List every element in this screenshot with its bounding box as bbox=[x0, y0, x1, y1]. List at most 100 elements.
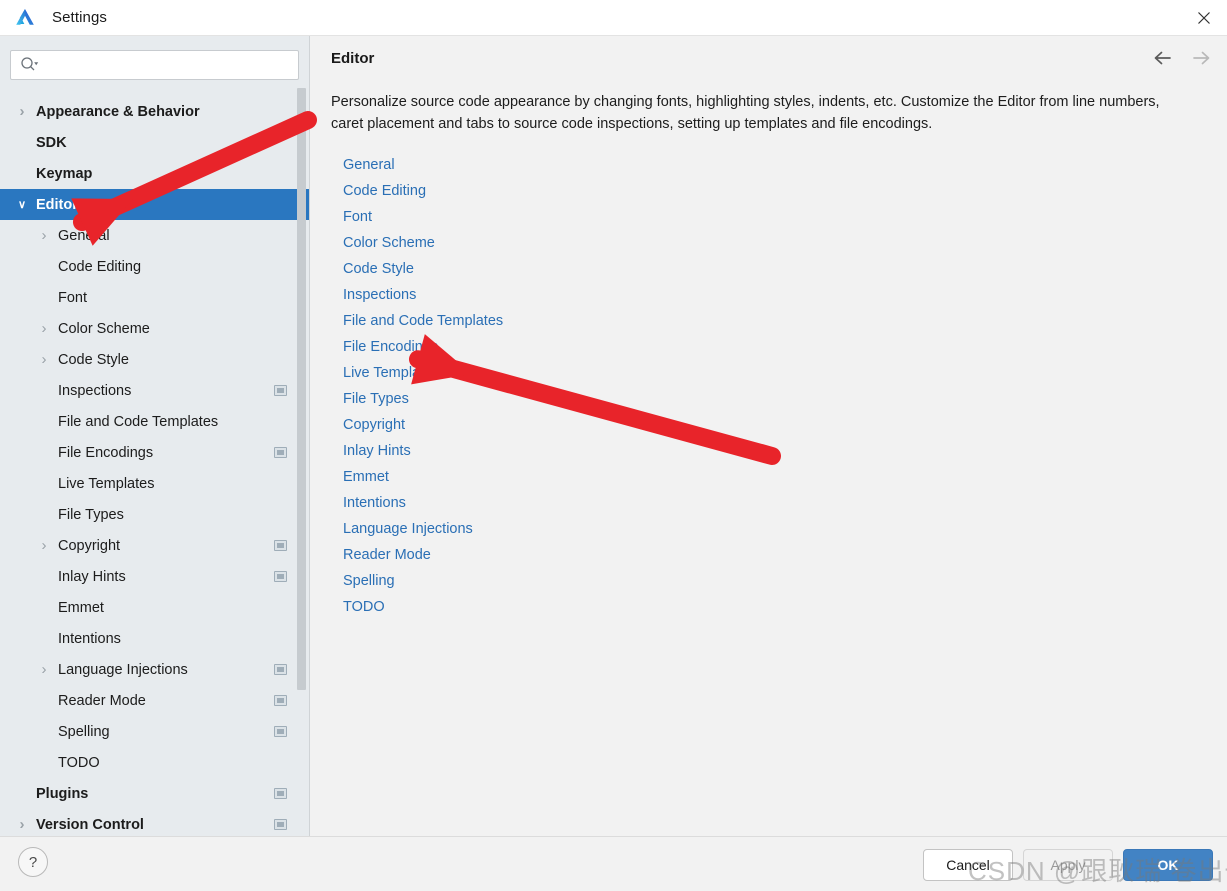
search-box[interactable] bbox=[10, 50, 299, 80]
chevron-right-icon[interactable]: › bbox=[36, 227, 52, 244]
close-icon[interactable] bbox=[1181, 0, 1227, 35]
search-input[interactable] bbox=[39, 52, 298, 78]
sidebar-item-file-and-code-templates[interactable]: ›File and Code Templates bbox=[0, 406, 309, 437]
navigation-buttons bbox=[1151, 46, 1213, 70]
sidebar-scrollbar-thumb[interactable] bbox=[297, 88, 306, 690]
sidebar-item-label: Version Control bbox=[36, 816, 144, 833]
content-link-color-scheme[interactable]: Color Scheme bbox=[343, 230, 435, 256]
project-scope-badge-icon bbox=[274, 385, 287, 396]
sidebar-item-keymap[interactable]: ›Keymap bbox=[0, 158, 309, 189]
sidebar-item-label: File Types bbox=[58, 506, 124, 523]
project-scope-badge-icon bbox=[274, 571, 287, 582]
sidebar-item-general[interactable]: › General bbox=[0, 220, 309, 251]
sidebar-item-label: Plugins bbox=[36, 785, 89, 802]
sidebar-item-label: Code Editing bbox=[58, 258, 142, 275]
search-area bbox=[0, 36, 309, 80]
content-link-language-injections[interactable]: Language Injections bbox=[343, 516, 473, 542]
content-link-emmet[interactable]: Emmet bbox=[343, 464, 389, 490]
sidebar-item-label: Copyright bbox=[58, 537, 121, 554]
sidebar-item-label: Color Scheme bbox=[58, 320, 150, 337]
content-link-code-style[interactable]: Code Style bbox=[343, 256, 414, 282]
help-button[interactable]: ? bbox=[18, 847, 48, 877]
chevron-right-icon[interactable]: › bbox=[14, 103, 30, 120]
sidebar-item-label: Code Style bbox=[58, 351, 129, 368]
content-link-file-and-code-templates[interactable]: File and Code Templates bbox=[343, 308, 503, 334]
content-link-live-templates[interactable]: Live Templates bbox=[343, 360, 439, 386]
content-link-code-editing[interactable]: Code Editing bbox=[343, 178, 426, 204]
project-scope-badge-icon bbox=[274, 788, 287, 799]
sidebar-item-code-editing[interactable]: ›Code Editing bbox=[0, 251, 309, 282]
content-header: Editor bbox=[311, 36, 1227, 80]
sidebar-item-intentions[interactable]: ›Intentions bbox=[0, 623, 309, 654]
sidebar-item-inlay-hints[interactable]: ›Inlay Hints bbox=[0, 561, 309, 592]
chevron-right-icon[interactable]: › bbox=[36, 537, 52, 554]
sidebar-item-reader-mode[interactable]: ›Reader Mode bbox=[0, 685, 309, 716]
project-scope-badge-icon bbox=[274, 447, 287, 458]
sidebar-item-label: Language Injections bbox=[58, 661, 188, 678]
title-bar: Settings bbox=[0, 0, 1227, 36]
content-link-inspections[interactable]: Inspections bbox=[343, 282, 416, 308]
sidebar-item-editor[interactable]: ∨ Editor bbox=[0, 189, 309, 220]
sidebar-item-label: Keymap bbox=[36, 165, 93, 182]
sidebar-item-sdk[interactable]: ›SDK bbox=[0, 127, 309, 158]
sidebar-item-label: Reader Mode bbox=[58, 692, 146, 709]
sidebar-item-color-scheme[interactable]: › Color Scheme bbox=[0, 313, 309, 344]
sidebar-item-font[interactable]: ›Font bbox=[0, 282, 309, 313]
sidebar-item-label: Inspections bbox=[58, 382, 132, 399]
settings-content: Editor Personalize source code appearanc… bbox=[311, 36, 1227, 836]
project-scope-badge-icon bbox=[274, 819, 287, 830]
content-link-inlay-hints[interactable]: Inlay Hints bbox=[343, 438, 411, 464]
settings-tree: ›Appearance & Behavior›SDK›Keymap∨Editor… bbox=[0, 96, 309, 836]
sidebar-item-label: Inlay Hints bbox=[58, 568, 126, 585]
chevron-right-icon[interactable]: › bbox=[36, 320, 52, 337]
content-link-font[interactable]: Font bbox=[343, 204, 372, 230]
page-title: Editor bbox=[331, 49, 375, 67]
content-link-copyright[interactable]: Copyright bbox=[343, 412, 405, 438]
chevron-right-icon[interactable]: › bbox=[14, 816, 30, 833]
sidebar-item-copyright[interactable]: › Copyright bbox=[0, 530, 309, 561]
sidebar-item-code-style[interactable]: › Code Style bbox=[0, 344, 309, 375]
arrow-right-icon bbox=[1193, 51, 1210, 65]
sidebar-item-label: TODO bbox=[58, 754, 100, 771]
sidebar-item-emmet[interactable]: ›Emmet bbox=[0, 592, 309, 623]
sidebar-item-label: Editor bbox=[36, 196, 78, 213]
content-link-reader-mode[interactable]: Reader Mode bbox=[343, 542, 431, 568]
content-link-file-encodings[interactable]: File Encodings bbox=[343, 334, 438, 360]
search-icon bbox=[21, 57, 39, 71]
sidebar-item-language-injections[interactable]: › Language Injections bbox=[0, 654, 309, 685]
sidebar-item-live-templates[interactable]: ›Live Templates bbox=[0, 468, 309, 499]
sidebar-item-file-types[interactable]: ›File Types bbox=[0, 499, 309, 530]
help-icon: ? bbox=[28, 853, 38, 871]
sidebar-item-label: SDK bbox=[36, 134, 67, 151]
content-link-general[interactable]: General bbox=[343, 152, 395, 178]
arrow-left-icon[interactable] bbox=[1151, 46, 1175, 70]
content-link-intentions[interactable]: Intentions bbox=[343, 490, 406, 516]
subsection-link-list: General Code Editing Font Color Scheme Code … bbox=[343, 152, 1227, 620]
project-scope-badge-icon bbox=[274, 695, 287, 706]
sidebar-item-todo[interactable]: ›TODO bbox=[0, 747, 309, 778]
close-glyph bbox=[1198, 11, 1210, 24]
sidebar-item-appearance-behavior[interactable]: › Appearance & Behavior bbox=[0, 96, 309, 127]
sidebar-item-file-encodings[interactable]: ›File Encodings bbox=[0, 437, 309, 468]
sidebar-item-label: File and Code Templates bbox=[58, 413, 219, 430]
android-studio-logo-icon bbox=[16, 8, 34, 25]
sidebar-item-label: Emmet bbox=[58, 599, 104, 616]
content-link-spelling[interactable]: Spelling bbox=[343, 568, 395, 594]
sidebar-item-label: Appearance & Behavior bbox=[36, 103, 200, 120]
sidebar-item-inspections[interactable]: ›Inspections bbox=[0, 375, 309, 406]
sidebar-item-label: Font bbox=[58, 289, 88, 306]
sidebar-item-plugins[interactable]: ›Plugins bbox=[0, 778, 309, 809]
page-description: Personalize source code appearance by ch… bbox=[331, 94, 1160, 132]
sidebar-item-spelling[interactable]: ›Spelling bbox=[0, 716, 309, 747]
chevron-right-icon[interactable]: › bbox=[36, 661, 52, 678]
sidebar-item-version-control[interactable]: › Version Control bbox=[0, 809, 309, 836]
sidebar-item-label: Spelling bbox=[58, 723, 110, 740]
content-link-file-types[interactable]: File Types bbox=[343, 386, 409, 412]
chevron-right-icon[interactable]: › bbox=[36, 351, 52, 368]
chevron-down-icon[interactable]: ∨ bbox=[14, 197, 30, 213]
sidebar-item-label: File Encodings bbox=[58, 444, 154, 461]
content-link-todo[interactable]: TODO bbox=[343, 594, 385, 620]
sidebar-item-label: General bbox=[58, 227, 110, 244]
project-scope-badge-icon bbox=[274, 726, 287, 737]
sidebar-item-label: Live Templates bbox=[58, 475, 155, 492]
